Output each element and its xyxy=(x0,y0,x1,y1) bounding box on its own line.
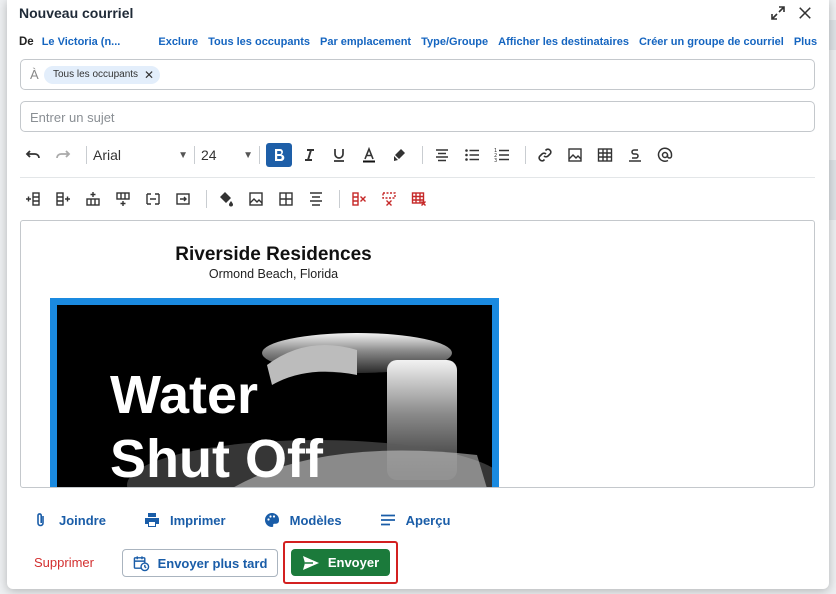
subject-input[interactable] xyxy=(30,107,800,127)
printer-icon xyxy=(144,513,159,527)
numbered-list-icon[interactable]: 123 xyxy=(489,143,515,167)
redo-icon[interactable] xyxy=(50,143,76,167)
recipient-chip-label: Tous les occupants xyxy=(53,69,139,80)
chevron-down-icon: ▼ xyxy=(243,149,253,161)
from-sender-select[interactable]: Le Victoria (n... xyxy=(42,36,121,48)
poster-text: Water Shut Off xyxy=(110,363,323,488)
mention-icon[interactable] xyxy=(652,143,678,167)
cell-background-icon[interactable] xyxy=(213,187,239,211)
highlight-icon[interactable] xyxy=(386,143,412,167)
close-icon[interactable] xyxy=(796,4,814,22)
templates-button[interactable]: Modèles xyxy=(264,512,342,528)
toolbar-separator xyxy=(339,190,340,208)
bullet-list-icon[interactable] xyxy=(459,143,485,167)
toolbar-separator xyxy=(86,146,87,164)
toolbar-separator xyxy=(194,146,195,164)
undo-icon[interactable] xyxy=(20,143,46,167)
link-all-occupants[interactable]: Tous les occupants xyxy=(208,36,310,48)
cell-image-icon[interactable] xyxy=(243,187,269,211)
toolbar-separator xyxy=(206,190,207,208)
font-size-dropdown[interactable]: 24 ▼ xyxy=(201,143,253,167)
italic-icon[interactable] xyxy=(296,143,322,167)
to-label: À xyxy=(30,67,39,82)
toolbar-divider xyxy=(20,177,815,178)
underline-icon[interactable] xyxy=(326,143,352,167)
new-email-dialog: Nouveau courriel De Le Victoria (n... Ex… xyxy=(7,0,829,589)
palette-icon xyxy=(264,512,279,527)
toolbar-separator xyxy=(259,146,260,164)
merge-cell-icon[interactable] xyxy=(170,187,196,211)
attach-button[interactable]: Joindre xyxy=(33,512,106,528)
send-icon xyxy=(302,555,319,570)
print-button[interactable]: Imprimer xyxy=(144,512,226,528)
delete-table-icon[interactable] xyxy=(406,187,432,211)
recipient-chip: Tous les occupants ✕ xyxy=(44,66,161,84)
dialog-title: Nouveau courriel xyxy=(19,5,134,21)
send-later-label: Envoyer plus tard xyxy=(157,555,268,571)
from-label: De xyxy=(19,36,34,48)
background-strip xyxy=(828,20,836,50)
footer-actions: Joindre Imprimer Modèles Aperçu xyxy=(33,512,488,528)
image-icon[interactable] xyxy=(562,143,588,167)
link-type-group[interactable]: Type/Groupe xyxy=(421,36,488,48)
link-by-location[interactable]: Par emplacement xyxy=(320,36,411,48)
font-family-value: Arial xyxy=(93,147,122,163)
preview-button[interactable]: Aperçu xyxy=(380,512,451,528)
bold-icon[interactable] xyxy=(266,143,292,167)
paperclip-icon xyxy=(37,513,44,527)
insert-row-before-icon[interactable] xyxy=(80,187,106,211)
send-label: Envoyer xyxy=(327,555,380,570)
align-center-icon[interactable] xyxy=(429,143,455,167)
delete-button[interactable]: Supprimer xyxy=(34,555,94,570)
delete-row-icon[interactable] xyxy=(376,187,402,211)
font-family-dropdown[interactable]: Arial ▼ xyxy=(93,143,188,167)
body-subheading: Ormond Beach, Florida xyxy=(208,267,339,281)
email-body-editor[interactable]: Riverside Residences Ormond Beach, Flori… xyxy=(20,220,815,488)
insert-row-after-icon[interactable] xyxy=(110,187,136,211)
link-show-recipients[interactable]: Afficher les destinataires xyxy=(498,36,629,48)
delete-column-icon[interactable] xyxy=(346,187,372,211)
svg-text:3: 3 xyxy=(494,158,497,163)
poster-image: Water Shut Off xyxy=(50,298,499,488)
cell-borders-icon[interactable] xyxy=(273,187,299,211)
split-cell-icon[interactable] xyxy=(140,187,166,211)
poster-line-1: Water xyxy=(110,365,259,425)
formatting-toolbar: Arial ▼ 24 ▼ 123 xyxy=(20,142,682,168)
link-icon[interactable] xyxy=(532,143,558,167)
send-button-highlight: Envoyer xyxy=(283,541,398,584)
table-toolbar xyxy=(20,186,436,212)
chevron-down-icon: ▼ xyxy=(178,149,188,161)
body-heading: Riverside Residences xyxy=(175,244,372,265)
templates-label: Modèles xyxy=(289,512,342,528)
calendar-clock-icon xyxy=(133,555,149,571)
preview-label: Aperçu xyxy=(405,512,451,528)
background-strip xyxy=(828,160,836,220)
link-more[interactable]: Plus xyxy=(794,36,817,48)
send-later-button[interactable]: Envoyer plus tard xyxy=(122,549,278,577)
table-icon[interactable] xyxy=(592,143,618,167)
to-field[interactable]: À Tous les occupants ✕ xyxy=(20,59,815,90)
poster-photo: Water Shut Off xyxy=(57,305,492,488)
send-button[interactable]: Envoyer xyxy=(291,549,390,576)
link-exclude[interactable]: Exclure xyxy=(158,36,198,48)
toolbar-separator xyxy=(525,146,526,164)
clear-format-icon[interactable] xyxy=(622,143,648,167)
attach-label: Joindre xyxy=(59,512,106,528)
insert-column-after-icon[interactable] xyxy=(50,187,76,211)
preview-lines-icon xyxy=(380,514,395,526)
toolbar-separator xyxy=(422,146,423,164)
font-size-value: 24 xyxy=(201,147,217,163)
recipients-row: De Le Victoria (n... Exclure Tous les oc… xyxy=(19,34,827,50)
remove-chip-icon[interactable]: ✕ xyxy=(144,66,154,84)
print-label: Imprimer xyxy=(169,512,226,528)
text-color-icon[interactable] xyxy=(356,143,382,167)
expand-icon[interactable] xyxy=(769,4,787,22)
insert-column-before-icon[interactable] xyxy=(20,187,46,211)
cell-align-icon[interactable] xyxy=(303,187,329,211)
poster-line-2: Shut Off xyxy=(110,429,323,488)
link-create-email-group[interactable]: Créer un groupe de courriel xyxy=(639,36,784,48)
subject-field xyxy=(20,101,815,132)
